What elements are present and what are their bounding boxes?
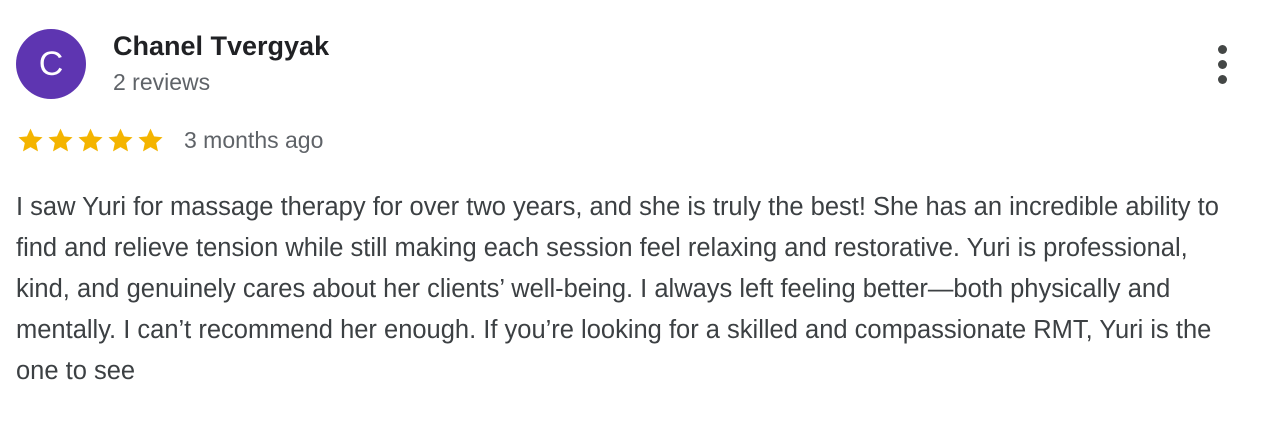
star-icon — [18, 128, 43, 151]
star-icon — [48, 128, 73, 151]
star-icon — [108, 128, 133, 151]
review-date: 3 months ago — [184, 126, 324, 153]
review-card: C Chanel Tvergyak 2 reviews 3 months ago… — [0, 0, 1266, 432]
reviewer-name[interactable]: Chanel Tvergyak — [113, 29, 329, 63]
more-vert-icon — [1218, 45, 1227, 54]
star-rating — [16, 126, 165, 155]
avatar-initial: C — [38, 45, 64, 83]
star-icon — [138, 128, 163, 151]
rating-row: 3 months ago — [16, 123, 323, 157]
more-options-button[interactable] — [1200, 40, 1244, 88]
more-vert-icon-dot — [1218, 60, 1227, 69]
more-vert-icon-dot — [1218, 75, 1227, 84]
review-text: I saw Yuri for massage therapy for over … — [16, 193, 1219, 385]
star-icon — [78, 128, 103, 151]
reviewer-review-count: 2 reviews — [113, 69, 211, 95]
avatar[interactable]: C — [16, 29, 86, 99]
